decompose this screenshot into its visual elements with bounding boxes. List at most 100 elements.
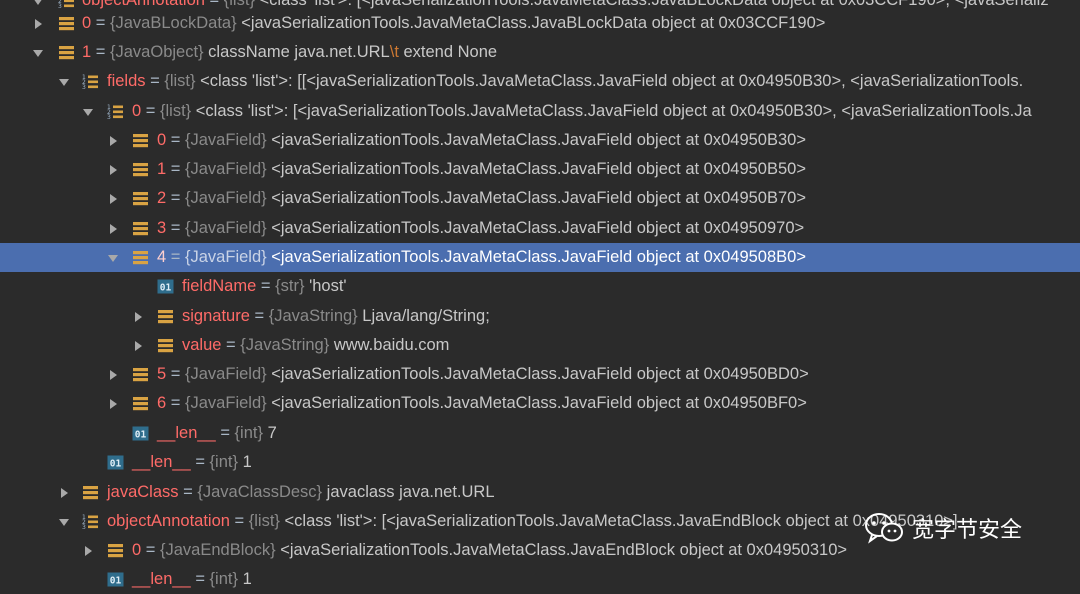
- row-content: 5 = {JavaField} <javaSerializationTools.…: [157, 360, 809, 389]
- svg-text:3: 3: [82, 524, 86, 530]
- equals-sign: =: [229, 512, 249, 530]
- tree-row[interactable]: 01 __len__ = {int} 1: [0, 565, 1080, 594]
- object-icon: [132, 161, 149, 178]
- type-label: {list}: [223, 0, 255, 9]
- tree-row[interactable]: 01 __len__ = {int} 7: [0, 419, 1080, 448]
- row-content: 1 = {JavaObject} className java.net.URL\…: [82, 38, 497, 67]
- collapse-arrow-icon[interactable]: [107, 243, 119, 272]
- expand-arrow-icon[interactable]: [82, 536, 94, 565]
- type-label: {int}: [209, 453, 238, 471]
- expand-arrow-icon[interactable]: [132, 302, 144, 331]
- variables-tree: 123 objectAnnotation = {list} <class 'lis…: [0, 0, 1080, 588]
- value-text: Ljava/lang/String;: [362, 307, 490, 325]
- object-icon: [157, 337, 174, 354]
- list-icon: 123: [82, 513, 99, 530]
- expand-arrow-icon[interactable]: [107, 389, 119, 418]
- row-content: fieldName = {str} 'host': [182, 272, 347, 301]
- equals-sign: =: [166, 219, 185, 237]
- value-text: <javaSerializationTools.JavaMetaClass.Ja…: [271, 131, 806, 149]
- variable-name: __len__: [132, 453, 191, 471]
- tree-row[interactable]: 1 = {JavaField} <javaSerializationTools.…: [0, 155, 1080, 184]
- tree-row[interactable]: 0 = {JavaBLockData} <javaSerializationTo…: [0, 9, 1080, 38]
- type-label: {int}: [234, 424, 263, 442]
- expand-arrow-icon[interactable]: [107, 126, 119, 155]
- object-icon: [132, 220, 149, 237]
- collapse-arrow-icon[interactable]: [58, 67, 70, 96]
- row-content: fields = {list} <class 'list'>: [[<javaS…: [107, 67, 1023, 96]
- collapse-arrow-icon[interactable]: [82, 97, 94, 126]
- collapse-arrow-icon[interactable]: [32, 38, 44, 67]
- tree-row[interactable]: 123 0 = {list} <class 'list'>: [<javaSeri…: [0, 97, 1080, 126]
- tree-row[interactable]: javaClass = {JavaClassDesc} javaclass ja…: [0, 478, 1080, 507]
- row-content: 4 = {JavaField} <javaSerializationTools.…: [157, 243, 806, 272]
- value-text: 1: [242, 453, 252, 471]
- object-icon: [132, 395, 149, 412]
- tree-row[interactable]: 1 2 3 fields = {list} <class 'list'>: [[<ja…: [0, 67, 1080, 96]
- expand-arrow-icon[interactable]: [107, 184, 119, 213]
- tree-row[interactable]: 2 = {JavaField} <javaSerializationTools.…: [0, 184, 1080, 213]
- value-text: 7: [267, 424, 277, 442]
- tree-row[interactable]: 3 = {JavaField} <javaSerializationTools.…: [0, 214, 1080, 243]
- variable-name: 5: [157, 365, 167, 383]
- row-content: 2 = {JavaField} <javaSerializationTools.…: [157, 184, 806, 213]
- tree-row[interactable]: 01 __len__ = {int} 1: [0, 448, 1080, 477]
- type-label: {JavaClassDesc}: [197, 483, 323, 501]
- variable-name: value: [182, 336, 222, 354]
- value-text: <class 'list'>: [[<javaSerializationTool…: [200, 72, 1024, 90]
- expand-arrow-icon[interactable]: [107, 360, 119, 389]
- variable-name: objectAnnotation: [107, 512, 230, 530]
- variable-name: 0: [132, 541, 142, 559]
- object-icon: [132, 366, 149, 383]
- value-text: 1: [242, 570, 252, 588]
- row-content: 0 = {JavaField} <javaSerializationTools.…: [157, 126, 806, 155]
- value-text: <javaSerializationTools.JavaMetaClass.Ja…: [271, 219, 805, 237]
- equals-sign: =: [166, 189, 185, 207]
- tree-row[interactable]: 0 = {JavaField} <javaSerializationTools.…: [0, 126, 1080, 155]
- type-label: {JavaField}: [185, 248, 267, 266]
- type-label: {JavaBLockData}: [110, 14, 237, 32]
- value-text: <class 'list'>: [<javaSerializationTools…: [259, 0, 1049, 9]
- expand-arrow-icon[interactable]: [32, 9, 44, 38]
- type-label: {list}: [164, 72, 196, 90]
- equals-sign: =: [166, 160, 185, 178]
- object-icon: [157, 308, 174, 325]
- type-label: {JavaString}: [268, 307, 358, 325]
- value-text: <javaSerializationTools.JavaMetaClass.Ja…: [271, 160, 806, 178]
- svg-text:01: 01: [135, 430, 147, 441]
- variable-name: fieldName: [182, 277, 257, 295]
- value-text: www.baidu.com: [333, 336, 450, 354]
- tree-row[interactable]: 6 = {JavaField} <javaSerializationTools.…: [0, 389, 1080, 418]
- expand-arrow-icon[interactable]: [107, 214, 119, 243]
- equals-sign: =: [221, 336, 241, 354]
- expand-arrow-icon[interactable]: [132, 331, 144, 360]
- tree-row[interactable]: 5 = {JavaField} <javaSerializationTools.…: [0, 360, 1080, 389]
- row-content: 0 = {list} <class 'list'>: [<javaSeriali…: [132, 97, 1032, 126]
- variable-name: javaClass: [107, 483, 179, 501]
- tree-row[interactable]: value = {JavaString} www.baidu.com: [0, 331, 1080, 360]
- row-content: 0 = {JavaBLockData} <javaSerializationTo…: [82, 9, 825, 38]
- primitive-icon: 01: [132, 425, 149, 442]
- expand-arrow-icon[interactable]: [58, 478, 70, 507]
- tree-row[interactable]: signature = {JavaString} Ljava/lang/Stri…: [0, 302, 1080, 331]
- variable-name: __len__: [132, 570, 191, 588]
- tree-row[interactable]: 4 = {JavaField} <javaSerializationTools.…: [0, 243, 1080, 272]
- row-content: 1 = {JavaField} <javaSerializationTools.…: [157, 155, 806, 184]
- type-label: {JavaField}: [185, 394, 267, 412]
- type-label: {str}: [275, 277, 305, 295]
- type-label: {JavaField}: [185, 189, 267, 207]
- tree-row[interactable]: 01 fieldName = {str} 'host': [0, 272, 1080, 301]
- expand-arrow-icon[interactable]: [107, 155, 119, 184]
- watermark: 宽字节安全: [864, 508, 1022, 548]
- equals-sign: =: [91, 43, 110, 61]
- svg-text:3: 3: [107, 114, 111, 120]
- collapse-arrow-icon[interactable]: [58, 507, 70, 536]
- tree-row[interactable]: 1 = {JavaObject} className java.net.URL\…: [0, 38, 1080, 67]
- row-content: value = {JavaString} www.baidu.com: [182, 331, 449, 360]
- equals-sign: =: [141, 541, 160, 559]
- value-text: <javaSerializationTools.JavaMetaClass.Ja…: [271, 365, 809, 383]
- value-text: <class 'list'>: [<javaSerializationTools…: [195, 102, 1032, 120]
- equals-sign: =: [166, 131, 185, 149]
- type-label: {JavaObject}: [110, 43, 204, 61]
- svg-text:3: 3: [82, 84, 86, 90]
- object-icon: [58, 15, 75, 32]
